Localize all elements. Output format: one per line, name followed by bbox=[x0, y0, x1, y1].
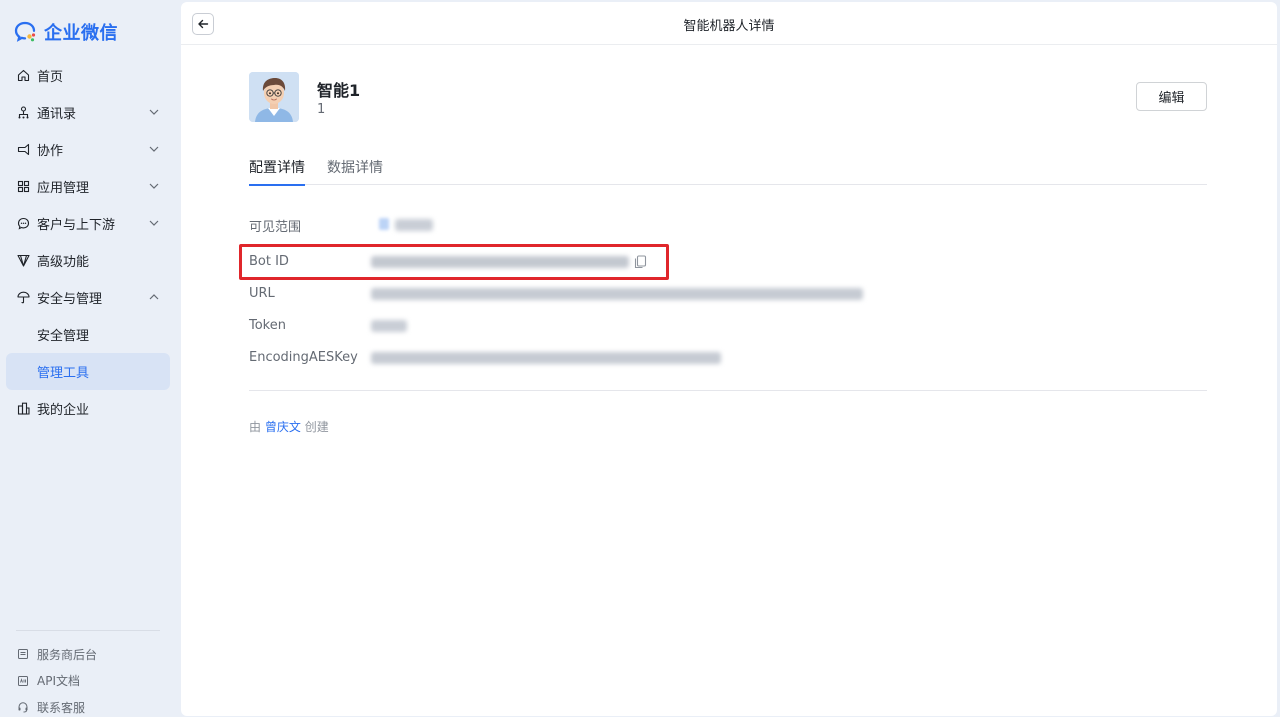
chevron-up-icon bbox=[148, 291, 160, 303]
sidebar: 企业微信 首页 通讯录 协作 应用管理 客户与上下游 高级功能 安全与管理 安全… bbox=[0, 0, 180, 717]
sidebar-item-label: 首页 bbox=[37, 70, 64, 85]
document-icon bbox=[17, 648, 29, 660]
collaboration-icon bbox=[16, 143, 30, 157]
apps-grid-icon bbox=[16, 180, 30, 194]
redacted-value bbox=[395, 219, 433, 231]
sidebar-item-security-admin[interactable]: 安全管理 bbox=[6, 316, 170, 353]
tab-bar: 配置详情 数据详情 bbox=[249, 157, 1207, 186]
sidebar-item-label: 安全与管理 bbox=[37, 292, 103, 307]
sidebar-item-label: 应用管理 bbox=[37, 181, 90, 196]
bot-subtitle: 1 bbox=[317, 102, 326, 117]
app-logo[interactable]: 企业微信 bbox=[14, 20, 118, 44]
bot-id-label: Bot ID bbox=[249, 254, 289, 269]
sidebar-item-my-company[interactable]: 我的企业 bbox=[6, 390, 170, 427]
tab-data-details[interactable]: 数据详情 bbox=[327, 157, 383, 185]
creator-suffix: 创建 bbox=[304, 420, 329, 434]
visible-scope-label: 可见范围 bbox=[249, 220, 302, 235]
sidebar-item-customers[interactable]: 客户与上下游 bbox=[6, 205, 170, 242]
creator-info: 由 曾庆文 创建 bbox=[249, 418, 329, 435]
edit-button[interactable]: 编辑 bbox=[1136, 82, 1207, 111]
link-contact-support[interactable]: 联系客服 bbox=[17, 694, 97, 717]
sidebar-item-collaboration[interactable]: 协作 bbox=[6, 131, 170, 168]
sidebar-divider bbox=[16, 630, 160, 631]
sidebar-item-advanced[interactable]: 高级功能 bbox=[6, 242, 170, 279]
creator-name-link[interactable]: 曾庆文 bbox=[265, 420, 301, 434]
tab-config-details[interactable]: 配置详情 bbox=[249, 157, 305, 186]
url-label: URL bbox=[249, 286, 275, 301]
chat-bubble-icon bbox=[16, 217, 30, 231]
diamond-icon bbox=[16, 254, 30, 268]
api-doc-icon bbox=[17, 675, 29, 687]
chevron-down-icon bbox=[148, 143, 160, 155]
sidebar-item-home[interactable]: 首页 bbox=[6, 57, 170, 94]
home-icon bbox=[16, 69, 30, 83]
copy-icon[interactable] bbox=[634, 255, 647, 269]
link-label: 联系客服 bbox=[37, 700, 86, 715]
umbrella-icon bbox=[16, 291, 30, 305]
link-label: API文档 bbox=[37, 674, 80, 689]
page-title: 智能机器人详情 bbox=[683, 19, 775, 34]
aes-key-redacted-value bbox=[371, 352, 721, 364]
chevron-down-icon bbox=[148, 106, 160, 118]
sidebar-bottom-links: 服务商后台 API文档 联系客服 bbox=[17, 641, 97, 717]
bot-id-redacted-value bbox=[371, 256, 629, 268]
headset-icon bbox=[17, 701, 29, 713]
creator-prefix: 由 bbox=[249, 420, 262, 434]
sidebar-item-security-management[interactable]: 安全与管理 bbox=[6, 279, 170, 316]
sidebar-nav: 首页 通讯录 协作 应用管理 客户与上下游 高级功能 安全与管理 安全管理 管理… bbox=[6, 57, 170, 427]
wecom-logo-icon bbox=[14, 21, 38, 43]
aes-key-label: EncodingAESKey bbox=[249, 350, 358, 365]
token-redacted-value bbox=[371, 320, 407, 332]
bot-avatar bbox=[249, 72, 299, 122]
link-service-provider[interactable]: 服务商后台 bbox=[17, 641, 97, 668]
department-icon bbox=[379, 218, 389, 230]
chevron-down-icon bbox=[148, 180, 160, 192]
sidebar-item-admin-tools[interactable]: 管理工具 bbox=[6, 353, 170, 390]
org-chart-icon bbox=[16, 106, 30, 120]
sidebar-item-contacts[interactable]: 通讯录 bbox=[6, 94, 170, 131]
url-redacted-value bbox=[371, 288, 863, 300]
sidebar-item-label: 高级功能 bbox=[37, 255, 90, 270]
sidebar-item-label: 客户与上下游 bbox=[37, 218, 116, 233]
sidebar-item-label: 协作 bbox=[37, 144, 64, 159]
chevron-down-icon bbox=[148, 217, 160, 229]
sidebar-item-app-management[interactable]: 应用管理 bbox=[6, 168, 170, 205]
section-divider bbox=[249, 390, 1207, 391]
link-api-docs[interactable]: API文档 bbox=[17, 668, 97, 695]
sidebar-item-label: 安全管理 bbox=[37, 329, 90, 344]
sidebar-item-label: 我的企业 bbox=[37, 403, 90, 418]
building-icon bbox=[16, 402, 30, 416]
top-bar: 智能机器人详情 bbox=[181, 2, 1277, 45]
bot-name: 智能1 bbox=[317, 81, 361, 100]
link-label: 服务商后台 bbox=[37, 647, 98, 662]
sidebar-item-label: 管理工具 bbox=[37, 366, 90, 381]
logo-text: 企业微信 bbox=[44, 23, 118, 44]
main-panel: 智能机器人详情 智能1 1 编辑 配置详情 数据详情 可见范围 Bot ID U… bbox=[181, 2, 1277, 716]
token-label: Token bbox=[249, 318, 286, 333]
sidebar-item-label: 通讯录 bbox=[37, 107, 77, 122]
